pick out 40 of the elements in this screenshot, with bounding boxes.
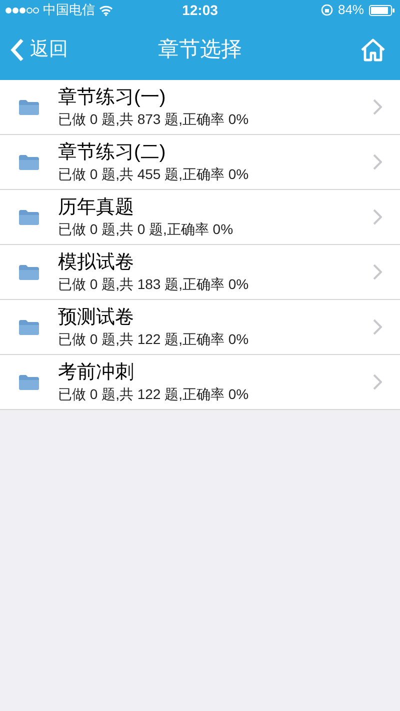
page-title: 章节选择 (158, 37, 242, 64)
chapter-stats: 已做 0 题,共 455 题,正确率 0% (58, 165, 250, 183)
folder-icon (18, 264, 40, 280)
chapter-stats: 已做 0 题,共 873 题,正确率 0% (58, 110, 250, 128)
folder-icon (18, 154, 40, 170)
chevron-right-icon (373, 264, 382, 280)
chapter-stats: 已做 0 题,共 183 题,正确率 0% (58, 275, 250, 293)
signal-icon (5, 6, 39, 14)
chapter-row[interactable]: 章节练习(一) 已做 0 题,共 873 题,正确率 0% (0, 80, 400, 135)
chapter-row[interactable]: 章节练习(二) 已做 0 题,共 455 题,正确率 0% (0, 135, 400, 190)
folder-icon (18, 374, 40, 390)
folder-icon (18, 319, 40, 335)
home-icon[interactable] (360, 38, 386, 62)
chapter-stats: 已做 0 题,共 0 题,正确率 0% (58, 220, 234, 238)
chevron-right-icon (373, 154, 382, 170)
wifi-icon (99, 4, 113, 16)
chevron-right-icon (373, 99, 382, 115)
chapter-row[interactable]: 预测试卷 已做 0 题,共 122 题,正确率 0% (0, 300, 400, 355)
chapter-row[interactable]: 模拟试卷 已做 0 题,共 183 题,正确率 0% (0, 245, 400, 300)
chapter-stats: 已做 0 题,共 122 题,正确率 0% (58, 330, 250, 348)
carrier-name: 中国电信 (43, 1, 95, 20)
chevron-right-icon (373, 374, 382, 390)
chevron-left-icon (10, 38, 24, 62)
folder-icon (18, 209, 40, 225)
chapter-title: 考前冲刺 (58, 361, 135, 385)
chevron-right-icon (373, 209, 382, 225)
status-time: 12:03 (182, 0, 218, 20)
chevron-right-icon (373, 319, 382, 335)
folder-icon (18, 99, 40, 115)
chapter-title: 章节练习(一) (58, 86, 167, 110)
chapter-row[interactable]: 历年真题 已做 0 题,共 0 题,正确率 0% (0, 190, 400, 245)
chapter-stats: 已做 0 题,共 122 题,正确率 0% (58, 385, 250, 403)
chapter-title: 历年真题 (58, 196, 135, 220)
battery-percent: 84% (338, 1, 364, 20)
chapter-title: 预测试卷 (58, 306, 135, 330)
chapter-title: 章节练习(二) (58, 141, 167, 165)
chapter-title: 模拟试卷 (58, 251, 135, 275)
battery-icon (369, 4, 395, 16)
chapter-row[interactable]: 考前冲刺 已做 0 题,共 122 题,正确率 0% (0, 355, 400, 410)
rotation-lock-icon (320, 4, 333, 16)
